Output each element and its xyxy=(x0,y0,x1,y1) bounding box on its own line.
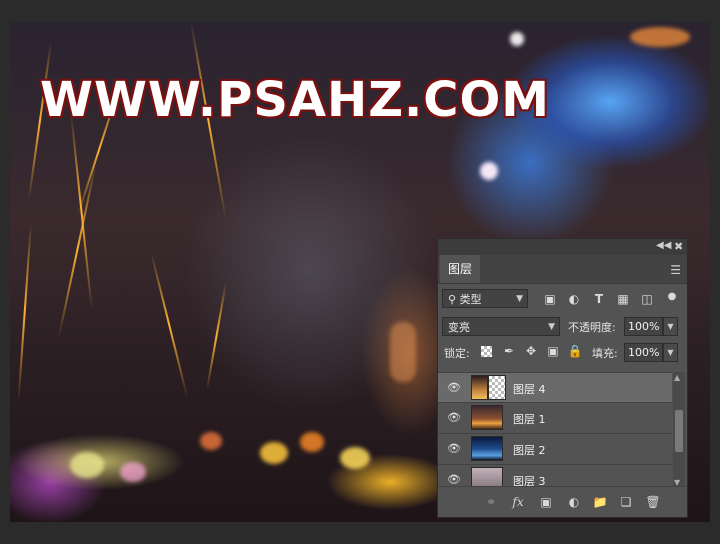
close-icon[interactable]: ✖ xyxy=(674,240,683,253)
bokeh-light xyxy=(340,447,370,469)
layers-panel-footer: ⚭ fx ▣ ◐ 📁 ❏ 🗑 xyxy=(438,486,687,517)
spark-streak xyxy=(150,251,189,398)
visibility-eye-icon[interactable]: 👁 xyxy=(447,381,461,394)
filter-toggle-icon[interactable]: ● xyxy=(664,289,680,305)
opacity-label: 不透明度: xyxy=(568,321,616,334)
adjustment-layer-icon[interactable]: ◐ xyxy=(566,494,582,510)
lock-position-icon[interactable]: ✥ xyxy=(523,343,539,359)
visibility-eye-icon[interactable]: 👁 xyxy=(447,473,461,486)
layer-thumbnail xyxy=(471,467,503,488)
blend-mode-dropdown[interactable]: 变亮 ▼ xyxy=(442,317,560,336)
lock-image-pixels-icon[interactable]: ✒ xyxy=(501,343,517,359)
fill-field[interactable]: 100% xyxy=(624,343,663,362)
fill-label: 填充: xyxy=(592,347,618,360)
layer-mask-thumbnail xyxy=(488,375,506,400)
layer-list: 👁 图层 4 👁 图层 1 👁 图层 2 👁 图层 3 xyxy=(438,372,672,488)
blend-mode-label: 变亮 xyxy=(448,321,470,334)
panel-tab-bar: 图层 ☰ xyxy=(438,255,687,284)
image-filter-icon[interactable]: ▣ xyxy=(542,291,558,307)
layer-row[interactable]: 👁 图层 1 xyxy=(438,402,672,432)
layer-thumbnail xyxy=(471,405,503,430)
lock-transparent-pixels-icon[interactable] xyxy=(481,346,492,357)
smart-object-filter-icon[interactable]: ◫ xyxy=(639,291,655,307)
text-filter-icon[interactable]: T xyxy=(591,291,607,307)
opacity-slider-toggle[interactable]: ▼ xyxy=(663,317,678,336)
new-layer-icon[interactable]: ❏ xyxy=(618,494,634,510)
filter-kind-label: 类型 xyxy=(459,293,482,306)
adjustment-filter-icon[interactable]: ◐ xyxy=(566,291,582,307)
link-layers-icon[interactable]: ⚭ xyxy=(483,494,499,510)
opacity-field[interactable]: 100% xyxy=(624,317,663,336)
bokeh-light xyxy=(300,432,324,452)
spark-streak xyxy=(17,222,32,402)
layer-row[interactable]: 👁 图层 2 xyxy=(438,433,672,463)
scroll-up-icon[interactable]: ▲ xyxy=(674,373,680,382)
lock-artboard-icon[interactable]: ▣ xyxy=(545,343,561,359)
layer-name: 图层 2 xyxy=(513,444,546,457)
chevron-down-icon: ▼ xyxy=(548,322,555,332)
spark-streak xyxy=(205,282,227,391)
bokeh-light xyxy=(70,452,104,478)
layer-name: 图层 1 xyxy=(513,413,546,426)
delete-icon[interactable]: 🗑 xyxy=(645,494,661,510)
scrollbar-thumb[interactable] xyxy=(675,410,683,452)
visibility-eye-icon[interactable]: 👁 xyxy=(447,411,461,424)
add-mask-icon[interactable]: ▣ xyxy=(538,494,554,510)
lock-all-icon[interactable]: 🔒 xyxy=(567,343,583,359)
watermark: WWW.PSAHZ.COM xyxy=(40,72,551,128)
layer-row[interactable]: 👁 图层 3 xyxy=(438,464,672,488)
bokeh-light xyxy=(260,442,288,464)
bokeh-light xyxy=(390,322,416,382)
layers-panel: ◀◀ ✖ 图层 ☰ ⚲ 类型 ▼ ▣ ◐ T ▦ ◫ ● 变亮 ▼ 不透明度: … xyxy=(437,238,688,518)
search-icon: ⚲ xyxy=(448,293,457,306)
shape-filter-icon[interactable]: ▦ xyxy=(615,291,631,307)
bokeh-light xyxy=(510,32,524,46)
layer-name: 图层 4 xyxy=(513,383,546,396)
double-chevron-icon[interactable]: ◀◀ xyxy=(656,240,671,251)
bokeh-light xyxy=(480,162,498,180)
visibility-eye-icon[interactable]: 👁 xyxy=(447,442,461,455)
layer-thumbnail xyxy=(471,375,488,400)
bokeh-light xyxy=(120,462,146,482)
fx-icon[interactable]: fx xyxy=(510,494,526,510)
layer-thumbnail xyxy=(471,436,503,461)
fill-slider-toggle[interactable]: ▼ xyxy=(663,343,678,362)
new-group-icon[interactable]: 📁 xyxy=(592,494,608,510)
filter-kind-dropdown[interactable]: ⚲ 类型 ▼ xyxy=(442,289,528,308)
panel-title-strip: ◀◀ ✖ xyxy=(438,239,687,255)
hamburger-menu-icon[interactable]: ☰ xyxy=(670,263,681,277)
layer-list-scrollbar[interactable]: ▲ ▼ xyxy=(673,372,685,488)
layer-row[interactable]: 👁 图层 4 xyxy=(438,372,672,402)
spark-streak xyxy=(70,111,93,311)
lock-label: 锁定: xyxy=(444,347,470,360)
tab-layers[interactable]: 图层 xyxy=(440,255,480,283)
chevron-down-icon: ▼ xyxy=(516,294,523,304)
bokeh-light xyxy=(630,27,690,47)
bokeh-light xyxy=(200,432,222,450)
